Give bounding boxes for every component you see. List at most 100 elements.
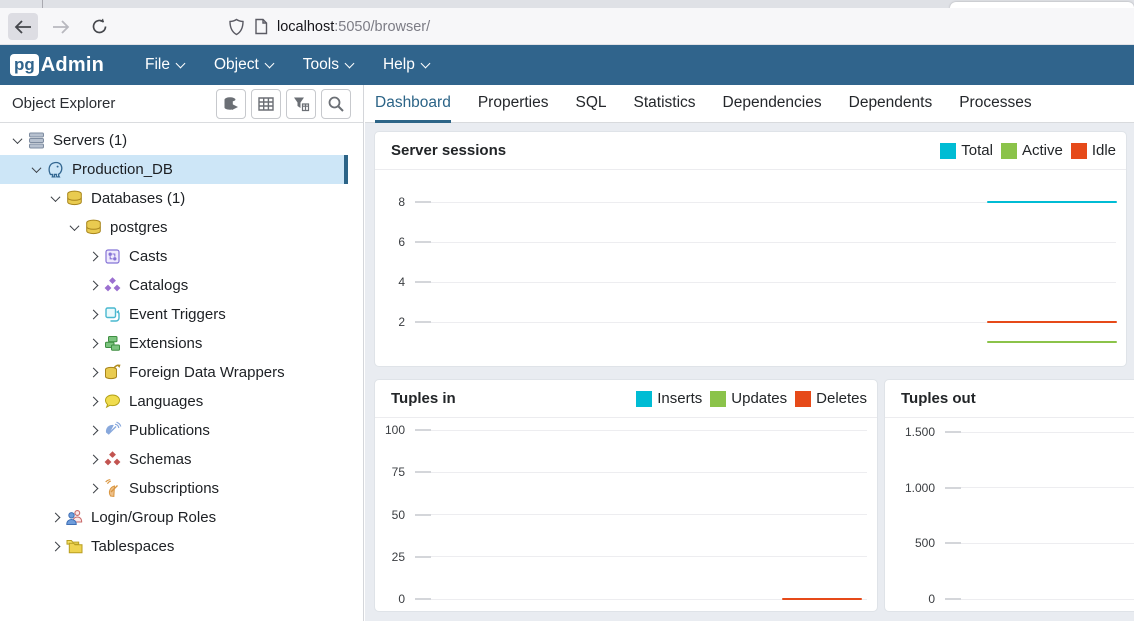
- tree-item-production-db[interactable]: Production_DB: [0, 155, 348, 184]
- tree-item-subscriptions[interactable]: Subscriptions: [0, 474, 348, 503]
- expand-chevron-icon[interactable]: [84, 456, 103, 463]
- menu-help[interactable]: Help: [368, 47, 444, 83]
- tree-item-schemas[interactable]: Schemas: [0, 445, 348, 474]
- collapse-chevron-icon[interactable]: [46, 195, 65, 202]
- series-line-total: [987, 201, 1117, 203]
- tree-item-postgres[interactable]: postgres: [0, 213, 348, 242]
- tree-item-label: Production_DB: [72, 161, 173, 178]
- quick-search-button[interactable]: [216, 89, 246, 119]
- tree-item-label: Catalogs: [129, 277, 188, 294]
- collapse-chevron-icon[interactable]: [27, 166, 46, 173]
- tree-item-servers-1[interactable]: Servers (1): [0, 126, 348, 155]
- database-icon: [65, 189, 84, 208]
- fdw-icon: [103, 363, 122, 382]
- gridline: 25: [375, 548, 867, 566]
- postgres-icon: [46, 160, 65, 179]
- forward-button[interactable]: [46, 13, 76, 40]
- series-line-deletes: [782, 598, 862, 600]
- pgadmin-logo: pg Admin: [10, 54, 104, 77]
- collapse-chevron-icon[interactable]: [65, 224, 84, 231]
- reload-button[interactable]: [84, 13, 114, 40]
- expand-chevron-icon[interactable]: [84, 485, 103, 492]
- filtered-rows-button[interactable]: [286, 89, 316, 119]
- view-data-button[interactable]: [251, 89, 281, 119]
- tree-item-login-group-roles[interactable]: Login/Group Roles: [0, 503, 348, 532]
- search-objects-button[interactable]: [321, 89, 351, 119]
- y-tick-label: 0: [375, 592, 415, 606]
- filter-table-icon: [292, 95, 310, 113]
- legend-swatch: [1071, 143, 1087, 159]
- tree-item-extensions[interactable]: Extensions: [0, 329, 348, 358]
- tab-dashboard[interactable]: Dashboard: [375, 85, 451, 123]
- database-connect-icon: [222, 95, 240, 113]
- legend-swatch: [795, 391, 811, 407]
- shield-icon: [228, 18, 245, 36]
- tree-item-event-triggers[interactable]: Event Triggers: [0, 300, 348, 329]
- object-explorer-title: Object Explorer: [12, 95, 216, 112]
- server-sessions-panel: Server sessions TotalActiveIdle 8642: [374, 131, 1127, 367]
- tree-item-label: Databases (1): [91, 190, 185, 207]
- tuples-in-legend: InsertsUpdatesDeletes: [636, 390, 867, 407]
- expand-chevron-icon[interactable]: [84, 340, 103, 347]
- menu-bar: FileObjectToolsHelp: [130, 47, 444, 83]
- languages-icon: [103, 392, 122, 411]
- search-icon: [327, 95, 345, 113]
- tab-dependents[interactable]: Dependents: [849, 85, 933, 123]
- collapse-chevron-icon[interactable]: [8, 137, 27, 144]
- expand-chevron-icon[interactable]: [84, 282, 103, 289]
- expand-chevron-icon[interactable]: [46, 543, 65, 550]
- logo-admin-text: Admin: [41, 54, 104, 77]
- tab-properties[interactable]: Properties: [478, 85, 549, 123]
- menu-tools[interactable]: Tools: [288, 47, 368, 83]
- tree-item-tablespaces[interactable]: Tablespaces: [0, 532, 348, 561]
- tree-item-databases-1[interactable]: Databases (1): [0, 184, 348, 213]
- tree-item-label: Subscriptions: [129, 480, 219, 497]
- expand-chevron-icon[interactable]: [84, 398, 103, 405]
- tuples-out-panel: Tuples out 1.5001.0005000: [884, 379, 1134, 612]
- tree-item-casts[interactable]: Casts: [0, 242, 348, 271]
- gridline: 0: [885, 590, 1134, 608]
- tab-processes[interactable]: Processes: [959, 85, 1031, 123]
- expand-chevron-icon[interactable]: [46, 514, 65, 521]
- tree-item-label: Casts: [129, 248, 167, 265]
- tab-statistics[interactable]: Statistics: [634, 85, 696, 123]
- gridline: 6: [375, 233, 1116, 251]
- legend-swatch: [636, 391, 652, 407]
- y-tick-label: 4: [375, 275, 415, 289]
- url-bar[interactable]: localhost:5050/browser/: [228, 12, 430, 41]
- pgadmin-header: pg Admin FileObjectToolsHelp: [0, 45, 1134, 85]
- chevron-down-icon: [264, 59, 274, 69]
- expand-chevron-icon[interactable]: [84, 253, 103, 260]
- expand-chevron-icon[interactable]: [84, 369, 103, 376]
- legend-swatch: [710, 391, 726, 407]
- chevron-down-icon: [176, 59, 186, 69]
- tuples-out-title: Tuples out: [901, 390, 1134, 407]
- url-text: localhost:5050/browser/: [277, 19, 430, 35]
- object-explorer-toolbar: [216, 89, 351, 119]
- menu-object[interactable]: Object: [199, 47, 288, 83]
- object-explorer-tree: Servers (1) Production_DB Databases (1) pos…: [0, 123, 363, 561]
- tab-dependencies[interactable]: Dependencies: [723, 85, 822, 123]
- tab-divider: [42, 0, 43, 8]
- tree-item-languages[interactable]: Languages: [0, 387, 348, 416]
- tab-sql[interactable]: SQL: [575, 85, 606, 123]
- browser-tab-strip: [0, 0, 1134, 8]
- legend-item-active: Active: [1001, 142, 1063, 159]
- tree-item-publications[interactable]: Publications: [0, 416, 348, 445]
- chevron-down-icon: [420, 59, 430, 69]
- gridline: 75: [375, 463, 867, 481]
- expand-chevron-icon[interactable]: [84, 427, 103, 434]
- legend-item-inserts: Inserts: [636, 390, 702, 407]
- expand-chevron-icon[interactable]: [84, 311, 103, 318]
- menu-file[interactable]: File: [130, 47, 199, 83]
- back-button[interactable]: [8, 13, 38, 40]
- tree-item-label: Languages: [129, 393, 203, 410]
- y-tick-label: 1.000: [885, 481, 945, 495]
- tree-item-foreign-data-wrappers[interactable]: Foreign Data Wrappers: [0, 358, 348, 387]
- y-tick-label: 8: [375, 195, 415, 209]
- tree-item-catalogs[interactable]: Catalogs: [0, 271, 348, 300]
- series-line-active: [987, 341, 1117, 343]
- database-icon: [84, 218, 103, 237]
- publications-icon: [103, 421, 122, 440]
- legend-item-deletes: Deletes: [795, 390, 867, 407]
